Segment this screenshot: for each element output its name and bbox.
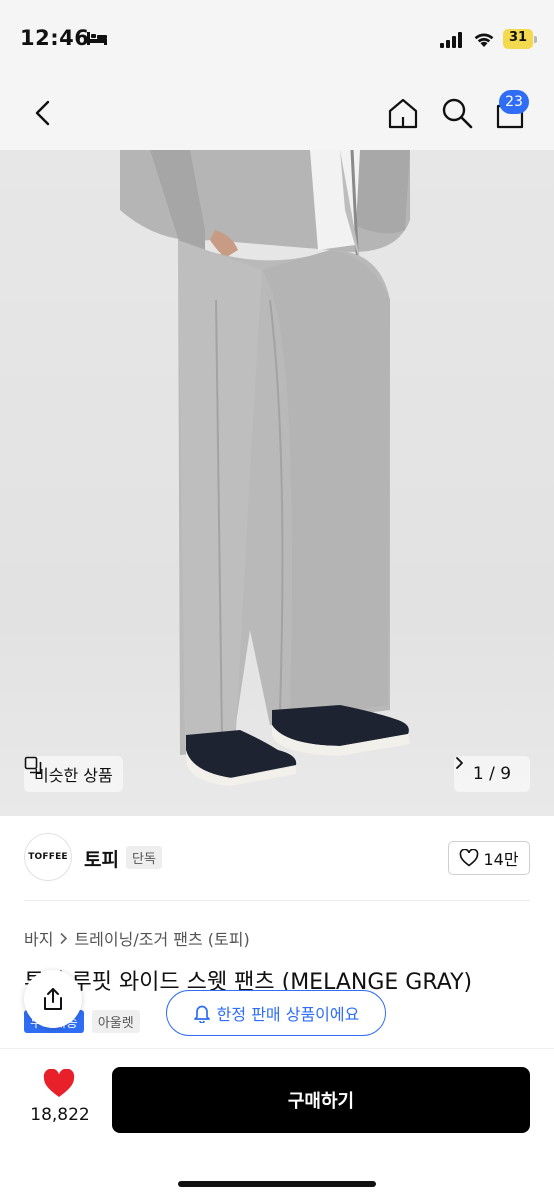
bed-icon (87, 32, 107, 45)
bell-icon (193, 1005, 210, 1023)
home-icon[interactable] (386, 96, 420, 130)
search-icon[interactable] (440, 96, 474, 130)
status-time: 12:46 (20, 26, 90, 50)
heart-filled-icon[interactable] (42, 1069, 76, 1099)
divider (24, 900, 530, 901)
brand-like-button[interactable]: 14만 (448, 841, 530, 875)
outlet-tag: 아울렛 (91, 1010, 140, 1033)
heart-outline-icon (460, 849, 479, 867)
product-photo-illustration (120, 150, 410, 786)
battery-level: 31 (508, 30, 528, 45)
buy-button[interactable]: 구매하기 (112, 1067, 530, 1133)
limited-sale-notice[interactable]: 한정 판매 상품이에요 (166, 990, 386, 1036)
battery-indicator: 31 (503, 29, 537, 49)
brand-logo[interactable]: TOFFEE (24, 833, 72, 881)
brand-row[interactable]: TOFFEE 토피 단독 14만 (0, 830, 554, 886)
brand-like-count: 14만 (483, 850, 519, 869)
product-image[interactable]: 비슷한 상품 1 / 9 (0, 150, 554, 816)
share-icon (44, 988, 62, 1010)
back-button[interactable] (28, 96, 60, 130)
chevron-right-icon (60, 932, 68, 944)
wifi-icon (474, 33, 494, 47)
breadcrumb-item[interactable]: 트레이닝/조거 팬츠 (토피) (74, 926, 249, 950)
status-bar: 12:46 31 (0, 0, 554, 80)
signal-icon (440, 32, 462, 48)
brand-name[interactable]: 토피 (84, 845, 119, 872)
brand-exclusive-tag: 단독 (126, 846, 162, 869)
copy-icon (24, 756, 42, 774)
similar-products-button[interactable]: 비슷한 상품 (24, 756, 123, 792)
wish-count: 18,822 (30, 1105, 90, 1125)
image-counter-button[interactable]: 1 / 9 (454, 756, 530, 792)
breadcrumb-item[interactable]: 바지 (24, 926, 53, 950)
similar-products-label: 비슷한 상품 (34, 766, 113, 785)
image-counter: 1 / 9 (472, 764, 512, 784)
cart-count-badge: 23 (499, 90, 529, 114)
chevron-right-icon (456, 757, 463, 769)
nav-bar: 23 (0, 80, 554, 150)
breadcrumb: 바지 트레이닝/조거 팬츠 (토피) (24, 926, 250, 950)
home-indicator (178, 1181, 376, 1187)
limited-sale-label: 한정 판매 상품이에요 (216, 1005, 360, 1024)
share-button[interactable] (24, 970, 82, 1028)
bottom-action-bar: 18,822 구매하기 (0, 1048, 554, 1200)
